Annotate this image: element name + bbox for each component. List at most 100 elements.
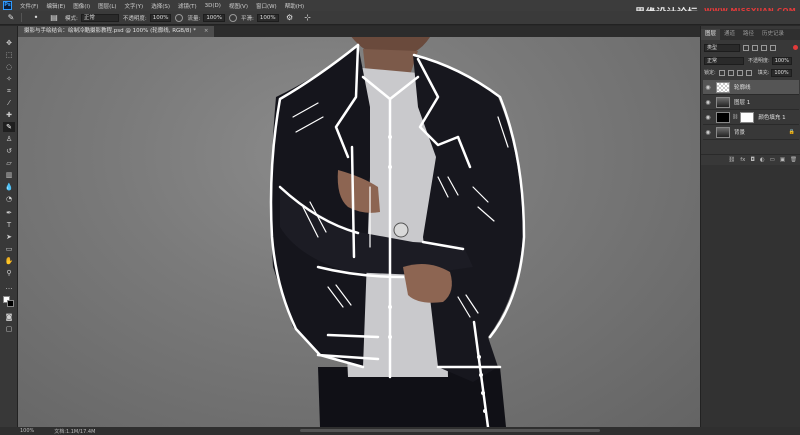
trash-icon[interactable]: 🗑 (790, 157, 797, 163)
new-group-icon[interactable]: ▭ (770, 157, 775, 163)
brush-size-icon[interactable]: • (29, 13, 43, 23)
dodge-tool-icon[interactable]: ◔ (3, 194, 15, 204)
eye-icon[interactable]: ◉ (703, 95, 713, 110)
lock-label: 锁定: (704, 70, 716, 76)
menu-edit[interactable]: 编辑(E) (46, 2, 65, 10)
filter-shape-icon[interactable] (770, 44, 776, 51)
opacity-field[interactable]: 100% (149, 13, 172, 22)
belt-hole (479, 373, 483, 377)
link-layers-icon[interactable]: ⛓ (728, 157, 735, 163)
smoothing-field[interactable]: 100% (256, 13, 279, 22)
move-tool-icon[interactable]: ✥ (3, 38, 15, 48)
blend-mode-select[interactable]: 正常 (704, 56, 744, 65)
lock-pixels-icon[interactable] (718, 69, 725, 76)
zoom-tool-icon[interactable]: ⚲ (3, 268, 15, 278)
belt-hole (477, 355, 481, 359)
mode-label: 模式: (65, 15, 78, 22)
tools-panel: ✥ ⬚ ◌ ✧ ⌗ ⁄ ✚ ✎ ♙ ↺ ▱ ▥ 💧 ◔ ✒ T ➤ ▭ ✋ ⚲ … (0, 26, 18, 427)
lasso-tool-icon[interactable]: ◌ (3, 62, 15, 72)
filter-type-icon[interactable] (761, 44, 767, 51)
shirt-button (388, 135, 392, 139)
zoom-level[interactable]: 100% (20, 428, 34, 434)
quick-select-tool-icon[interactable]: ✧ (3, 74, 15, 84)
horizontal-scrollbar[interactable] (300, 429, 600, 432)
lock-paint-icon[interactable] (727, 69, 734, 76)
layer-filter-select[interactable]: 类型 (704, 43, 740, 52)
stamp-tool-icon[interactable]: ♙ (3, 134, 15, 144)
menu-window[interactable]: 窗口(W) (256, 2, 277, 10)
layer-1[interactable]: ◉ 图层 1 (703, 95, 799, 110)
document-tab[interactable]: 摄影与手绘结合：绘制冷酷摄影教程.psd @ 100% (轮廓线, RGB/8)… (18, 26, 215, 37)
screen-mode-icon[interactable]: ▢ (3, 324, 15, 334)
blur-tool-icon[interactable]: 💧 (3, 182, 15, 192)
airbrush-icon[interactable] (229, 13, 238, 22)
layer-mask-thumbnail[interactable] (740, 111, 755, 123)
flow-field[interactable]: 100% (203, 13, 226, 22)
eyedropper-tool-icon[interactable]: ⁄ (3, 98, 15, 108)
chain-link-icon[interactable]: ⛓ (732, 114, 738, 120)
eye-icon[interactable]: ◉ (703, 125, 713, 140)
menu-file[interactable]: 文件(F) (20, 2, 38, 10)
hand-right (403, 263, 452, 303)
healing-tool-icon[interactable]: ✚ (3, 110, 15, 120)
brush-tool-icon[interactable]: ✎ (3, 122, 15, 132)
shape-tool-icon[interactable]: ▭ (3, 244, 15, 254)
adjustment-layer-icon[interactable]: ◐ (760, 157, 765, 163)
fill-label: 填充: (757, 70, 770, 76)
filter-pixel-icon[interactable] (743, 44, 749, 51)
menu-layer[interactable]: 图层(L) (98, 2, 116, 10)
tab-layers[interactable]: 图层 (701, 29, 721, 40)
layer-thumbnail (716, 111, 730, 123)
symmetry-icon[interactable]: ⊹ (301, 13, 315, 23)
menu-view[interactable]: 视图(V) (229, 2, 248, 10)
opacity-label: 不透明度: (122, 15, 147, 22)
mode-select[interactable]: 正常 (80, 13, 119, 22)
tab-paths[interactable]: 路径 (739, 29, 758, 40)
filter-toggle[interactable] (793, 45, 798, 50)
filter-adjust-icon[interactable] (752, 44, 758, 51)
lock-all-icon[interactable] (745, 69, 752, 76)
fill-field[interactable]: 100% (771, 68, 792, 77)
layer-color-fill[interactable]: ◉ ⛓ 颜色填充 1 (703, 110, 799, 125)
layer-background[interactable]: ◉ 背景 🔒 (703, 125, 799, 140)
menu-select[interactable]: 选择(S) (151, 2, 170, 10)
document-size[interactable]: 文档:1.1M/17.4M (54, 428, 95, 435)
eye-icon[interactable]: ◉ (703, 110, 713, 125)
layer-outline[interactable]: ◉ 轮廓线 (703, 80, 799, 95)
layer-thumbnail (716, 96, 730, 108)
history-brush-tool-icon[interactable]: ↺ (3, 146, 15, 156)
document-canvas[interactable] (18, 37, 700, 427)
close-icon[interactable]: × (204, 28, 209, 34)
quick-mask-icon[interactable]: ◙ (3, 312, 15, 322)
add-mask-icon[interactable]: ◘ (750, 157, 754, 163)
new-layer-icon[interactable]: ▣ (780, 157, 785, 163)
pen-tool-icon[interactable]: ✒ (3, 208, 15, 218)
background-color-swatch[interactable] (7, 300, 14, 307)
type-tool-icon[interactable]: T (3, 220, 15, 230)
hand-tool-icon[interactable]: ✋ (3, 256, 15, 266)
gear-icon[interactable]: ⚙ (283, 13, 297, 23)
layer-opacity-field[interactable]: 100% (771, 56, 792, 65)
marquee-tool-icon[interactable]: ⬚ (3, 50, 15, 60)
lock-move-icon[interactable] (736, 69, 743, 76)
brush-tool-preset-icon[interactable]: ✎ (4, 13, 18, 23)
menu-type[interactable]: 文字(Y) (125, 2, 144, 10)
tab-history[interactable]: 历史记录 (758, 29, 788, 40)
menu-3d[interactable]: 3D(D) (205, 3, 221, 9)
crop-tool-icon[interactable]: ⌗ (3, 86, 15, 96)
fx-button[interactable]: fx (740, 157, 745, 163)
lock-row: 锁定: 填充: 100% (704, 68, 798, 77)
more-tools-icon[interactable]: … (3, 282, 15, 292)
menu-help[interactable]: 帮助(H) (285, 2, 304, 10)
eye-icon[interactable]: ◉ (703, 80, 713, 95)
eraser-tool-icon[interactable]: ▱ (3, 158, 15, 168)
brush-panel-icon[interactable]: ▤ (47, 13, 61, 23)
menu-filter[interactable]: 滤镜(T) (178, 2, 197, 10)
panel-empty-area (701, 165, 800, 427)
menu-image[interactable]: 图像(I) (73, 2, 90, 10)
pressure-opacity-icon[interactable] (175, 13, 184, 22)
tab-channels[interactable]: 通道 (720, 29, 739, 40)
path-select-tool-icon[interactable]: ➤ (3, 232, 15, 242)
gradient-tool-icon[interactable]: ▥ (3, 170, 15, 180)
belt-hole (483, 409, 487, 413)
